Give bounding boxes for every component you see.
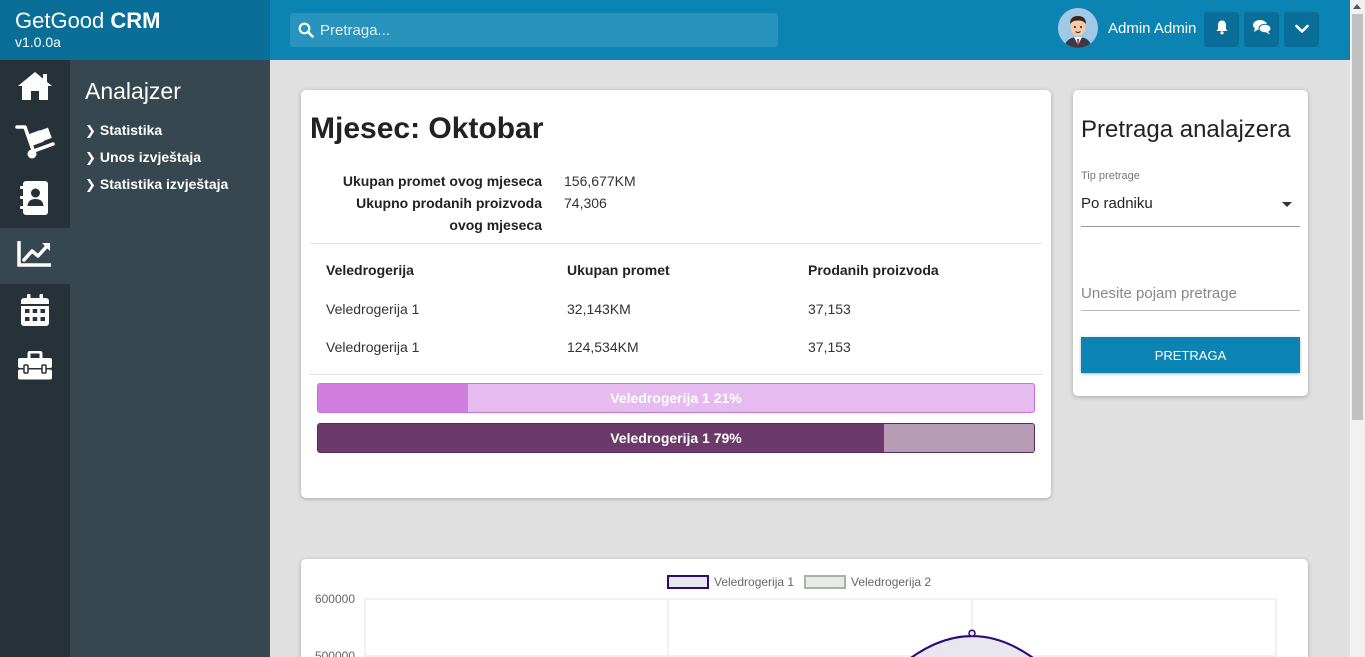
search-submit-button[interactable]: PRETRAGA <box>1081 337 1300 373</box>
dropdown-toggle-button[interactable] <box>1284 12 1319 47</box>
chevron-right-icon: ❯ <box>85 150 96 165</box>
home-icon <box>16 70 54 107</box>
avatar[interactable] <box>1058 8 1098 48</box>
nav-calendar[interactable] <box>0 284 70 340</box>
search-input[interactable] <box>320 13 770 47</box>
scroll-up-arrow-icon[interactable] <box>1353 4 1361 9</box>
y-tick-label: 600000 <box>315 592 355 606</box>
top-bar: GetGood CRM v1.0.0a Admin Admin <box>0 0 1350 60</box>
legend-label: Veledrogerija 1 <box>714 575 794 589</box>
chart-card: Veledrogerija 1 Veledrogerija 2 600000 5… <box>301 559 1308 657</box>
subnav-item-label: Unos izvještaja <box>99 149 202 165</box>
subnav-item-statistika[interactable]: ❯ Statistika <box>85 117 270 144</box>
icon-sidebar <box>0 60 70 657</box>
y-tick-label: 500000 <box>315 649 355 657</box>
legend-swatch <box>667 575 709 589</box>
user-name[interactable]: Admin Admin <box>1108 20 1196 37</box>
subnav-item-label: Statistika <box>99 122 163 138</box>
chart-line-icon <box>17 240 53 273</box>
table-header: Ukupan promet <box>567 262 670 278</box>
nav-tools[interactable] <box>0 340 70 396</box>
summary-label: Ukupan promet ovog mjeseca <box>342 173 542 189</box>
search-panel-title: Pretraga analajzera <box>1081 116 1291 143</box>
app-name-bold: CRM <box>110 8 161 33</box>
search-type-label: Tip pretrage <box>1081 170 1140 182</box>
summary-value: 156,677KM <box>564 173 636 189</box>
chevron-right-icon: ❯ <box>85 177 96 192</box>
user-menu[interactable]: Admin Admin <box>1058 7 1196 49</box>
subnav-item-statistika-izvjestaja[interactable]: ❯ Statistika izvještaja <box>85 171 270 198</box>
caret-down-icon <box>1282 202 1292 207</box>
table-cell: 37,153 <box>808 339 851 355</box>
messages-button[interactable] <box>1244 12 1279 47</box>
table-cell: 124,534KM <box>567 339 639 355</box>
bell-icon <box>1214 19 1230 40</box>
analyzer-search-card: Pretraga analajzera Tip pretrage Po radn… <box>1073 90 1308 396</box>
legend-swatch <box>804 575 846 589</box>
chevron-right-icon: ❯ <box>85 123 96 138</box>
nav-analyzer[interactable] <box>0 228 70 284</box>
divider <box>309 243 1043 244</box>
search-term-field[interactable] <box>1081 278 1300 311</box>
table-header: Prodanih proizvoda <box>808 262 939 278</box>
progress-bar: Veledrogerija 1 21% <box>317 383 1035 413</box>
nav-inventory[interactable] <box>0 116 70 172</box>
month-summary-card: Mjesec: Oktobar Ukupan promet ovog mjese… <box>301 90 1051 498</box>
chart-legend: Veledrogerija 1 Veledrogerija 2 <box>667 575 931 589</box>
app-name-text: GetGood <box>15 8 105 33</box>
page-scrollbar[interactable] <box>1350 0 1365 657</box>
toolbox-icon <box>17 350 53 386</box>
app-name: GetGood CRM <box>15 8 255 34</box>
progress-bar-label: Veledrogerija 1 79% <box>610 430 742 446</box>
search-box[interactable] <box>290 13 778 47</box>
chevron-down-icon <box>1294 21 1309 39</box>
progress-bar-label: Veledrogerija 1 21% <box>610 390 742 406</box>
legend-label: Veledrogerija 2 <box>851 575 931 589</box>
subnav-item-unos-izvjestaja[interactable]: ❯ Unos izvještaja <box>85 144 270 171</box>
subnav-list: ❯ Statistika ❯ Unos izvještaja ❯ Statistika… <box>85 117 270 198</box>
search-icon <box>298 22 314 43</box>
month-title: Mjesec: Oktobar <box>310 112 544 145</box>
table-cell: 37,153 <box>808 301 851 317</box>
address-book-icon <box>20 180 50 221</box>
brand[interactable]: GetGood CRM v1.0.0a <box>0 0 270 60</box>
calendar-icon <box>20 293 50 332</box>
notifications-button[interactable] <box>1204 12 1239 47</box>
line-chart: Veledrogerija 1 Veledrogerija 2 600000 5… <box>315 575 1277 657</box>
chart-series <box>910 629 1034 657</box>
chart-grid <box>364 598 1277 657</box>
table-header: Veledrogerija <box>326 262 414 278</box>
search-term-input[interactable] <box>1081 278 1300 308</box>
table-cell: Veledrogerija 1 <box>326 301 420 317</box>
scrollbar-thumb[interactable] <box>1352 14 1363 420</box>
dolly-icon <box>15 124 55 165</box>
subnav-item-label: Statistika izvještaja <box>99 176 229 192</box>
app-version: v1.0.0a <box>15 34 61 50</box>
table-cell: 32,143KM <box>567 301 631 317</box>
progress-bar: Veledrogerija 1 79% <box>317 423 1035 453</box>
summary-value: 74,306 <box>564 195 607 211</box>
search-type-value: Po radniku <box>1081 195 1153 212</box>
nav-contacts[interactable] <box>0 172 70 228</box>
data-point[interactable] <box>968 629 976 637</box>
table-cell: Veledrogerija 1 <box>326 339 420 355</box>
sub-navigation: Analajzer ❯ Statistika ❯ Unos izvještaja ❯… <box>70 60 270 657</box>
nav-home[interactable] <box>0 60 70 116</box>
series-area <box>912 636 1032 657</box>
summary-label: Ukupno prodanih proizvoda ovog mjeseca <box>356 195 542 233</box>
chat-icon <box>1252 19 1272 40</box>
subnav-title: Analajzer <box>85 78 181 104</box>
search-type-select[interactable]: Po radniku <box>1081 193 1300 227</box>
divider <box>309 374 1043 375</box>
